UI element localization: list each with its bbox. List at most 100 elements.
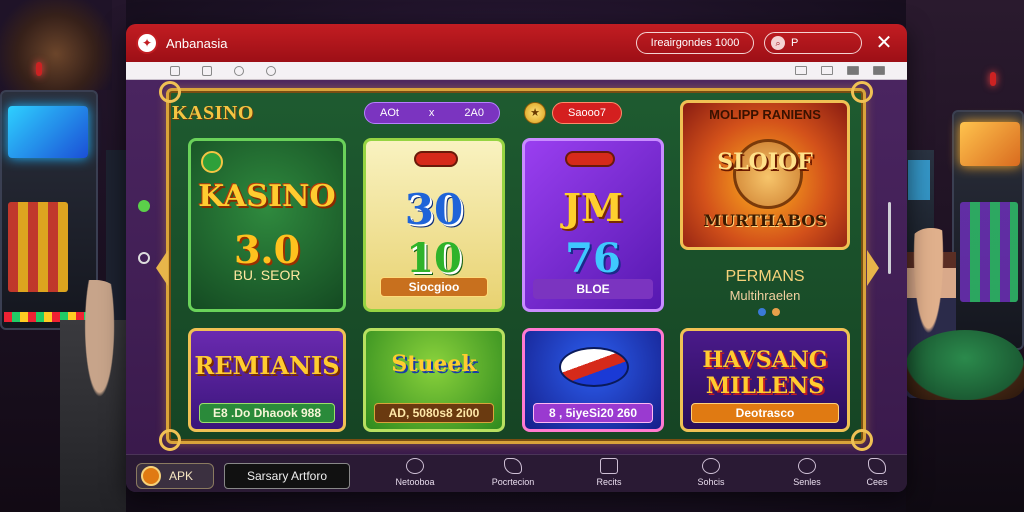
- game-card-gold-slot[interactable]: 30 10 Siocgioo: [363, 138, 505, 312]
- nav-item-recits[interactable]: Recits: [574, 458, 644, 492]
- slot-screen: [960, 122, 1020, 166]
- support-button[interactable]: Sarsary Artforo: [224, 463, 350, 489]
- main-content: KASINO AOt x 2A0 ★ Saooo7 KASINO 3.0 BU.…: [126, 80, 907, 454]
- card-label: AD, 5080s8 2i00: [374, 403, 494, 423]
- nav-label: Sohcis: [697, 477, 725, 487]
- radio-icon[interactable]: [138, 252, 150, 264]
- game-card-kasino[interactable]: KASINO 3.0 BU. SEOR: [188, 138, 346, 312]
- card-title: KASINO: [198, 179, 336, 214]
- globe-icon: [406, 458, 424, 474]
- chat-icon: [702, 458, 720, 474]
- apk-label: APK: [169, 469, 194, 483]
- toolbar: [126, 62, 907, 80]
- ball-icon: [559, 347, 629, 387]
- app-window: ✦ Anbanasia Ireairgondes 1000 ⌕ P ✕ KASI…: [126, 24, 907, 492]
- nav-item-cees[interactable]: Cees: [842, 458, 907, 492]
- featured-subtitle: MURTHABOS: [703, 211, 827, 230]
- search-input[interactable]: P: [791, 37, 798, 49]
- header-balance-pill[interactable]: Ireairgondes 1000: [636, 32, 754, 54]
- card-label: BLOE: [533, 279, 653, 299]
- wall-art: [0, 0, 112, 90]
- red-lamp: [990, 72, 996, 86]
- chili-icon: [414, 151, 458, 167]
- apk-button[interactable]: APK: [136, 463, 214, 489]
- leaf-icon: [201, 151, 223, 173]
- game-card-havsang[interactable]: HAVSANG MILLENS Deotrasco: [680, 328, 850, 432]
- card-label: 8 , 5iyeSi20 260: [533, 403, 653, 423]
- card-number-top: 30: [404, 185, 464, 234]
- featured-game-card[interactable]: MOLIPP RANIENS SLOIOF MURTHABOS: [680, 100, 850, 250]
- card-subtitle: MILLENS: [705, 373, 825, 399]
- refresh-icon: [798, 458, 816, 474]
- featured-title: SLOIOF: [717, 149, 813, 175]
- restore-icon[interactable]: [821, 66, 833, 75]
- nav-label: Cees: [866, 477, 888, 487]
- promo-subtitle: Multihraelen: [729, 288, 801, 303]
- receipt-icon: [600, 458, 618, 474]
- nav-item-pocrtecion[interactable]: Pocrtecion: [478, 458, 548, 492]
- minimize-icon[interactable]: [795, 66, 807, 75]
- stake-multiply: x: [428, 107, 435, 119]
- shield-icon: [504, 458, 522, 474]
- android-icon: [141, 466, 161, 486]
- frame-ornament: [851, 81, 873, 103]
- search-icon: ⌕: [771, 36, 785, 50]
- nav-item-senles[interactable]: Senles: [772, 458, 842, 492]
- nav-label: Recits: [596, 477, 622, 487]
- frame-ornament: [159, 81, 181, 103]
- game-card-remianis[interactable]: REMIANIS E8 .Do Dhaook 988: [188, 328, 346, 432]
- promo-title: PERMANS: [725, 268, 805, 285]
- window-icon[interactable]: [202, 65, 212, 76]
- nav-item-sohcis[interactable]: Sohcis: [676, 458, 746, 492]
- settings-icon[interactable]: [266, 65, 276, 76]
- carousel-next-icon[interactable]: [867, 250, 879, 286]
- nav-item-netooboa[interactable]: Netooboa: [380, 458, 450, 492]
- red-lamp: [36, 62, 42, 76]
- stake-selector[interactable]: AOt x 2A0: [364, 102, 500, 124]
- coin-icon: ★: [524, 102, 546, 124]
- roulette-table: [906, 330, 1024, 400]
- card-title: JM: [562, 185, 624, 230]
- title-bar: ✦ Anbanasia Ireairgondes 1000 ⌕ P ✕: [126, 24, 907, 62]
- nav-label: Netooboa: [395, 477, 435, 487]
- card-number: 3.0: [233, 227, 301, 272]
- frame-ornament: [159, 429, 181, 451]
- slot-screen: [8, 106, 88, 158]
- card-title: HAVSANG: [702, 347, 828, 373]
- card-label: Deotrasco: [691, 403, 839, 423]
- card-label: Siocgioo: [380, 277, 488, 297]
- header-search[interactable]: ⌕ P: [764, 32, 862, 54]
- carousel-prev-icon[interactable]: [156, 250, 168, 286]
- carousel-dots: [758, 308, 780, 316]
- game-card-stueck[interactable]: Stueek AD, 5080s8 2i00: [363, 328, 505, 432]
- toolbar-right: [795, 66, 885, 75]
- brand-title: KASINO: [172, 102, 254, 124]
- slot-machine-right: [952, 110, 1024, 350]
- stake-right: 2A0: [464, 107, 484, 119]
- player-left: [60, 280, 126, 512]
- game-card-ball[interactable]: 8 , 5iyeSi20 260: [522, 328, 664, 432]
- stake-left: AOt: [379, 107, 399, 119]
- balance-pill[interactable]: Saooo7: [552, 102, 622, 124]
- card-number-bottom: 10: [406, 235, 462, 282]
- bottom-bar: APK Sarsary Artforo Netooboa Pocrtecion …: [126, 454, 907, 492]
- card-title: REMIANIS: [194, 351, 340, 380]
- slot-reels: [8, 202, 68, 292]
- carousel-dot[interactable]: [772, 308, 780, 316]
- card-title: Stueek: [391, 351, 477, 377]
- cloud-icon: [868, 458, 886, 474]
- close-button[interactable]: ✕: [873, 31, 895, 53]
- chili-icon: [565, 151, 615, 167]
- scrollbar[interactable]: [888, 202, 891, 274]
- carousel-dot[interactable]: [758, 308, 766, 316]
- tile-icon[interactable]: [847, 66, 859, 75]
- search-icon[interactable]: [234, 65, 244, 76]
- featured-header: MOLIPP RANIENS: [709, 107, 821, 122]
- card-subtitle: BU. SEOR: [233, 267, 301, 283]
- app-logo-icon: ✦: [136, 32, 158, 54]
- grid-icon[interactable]: [170, 65, 180, 76]
- fullscreen-icon[interactable]: [873, 66, 885, 75]
- status-dot: [138, 200, 150, 212]
- card-label: E8 .Do Dhaook 988: [199, 403, 335, 423]
- game-card-purple-slot[interactable]: JM 76 BLOE: [522, 138, 664, 312]
